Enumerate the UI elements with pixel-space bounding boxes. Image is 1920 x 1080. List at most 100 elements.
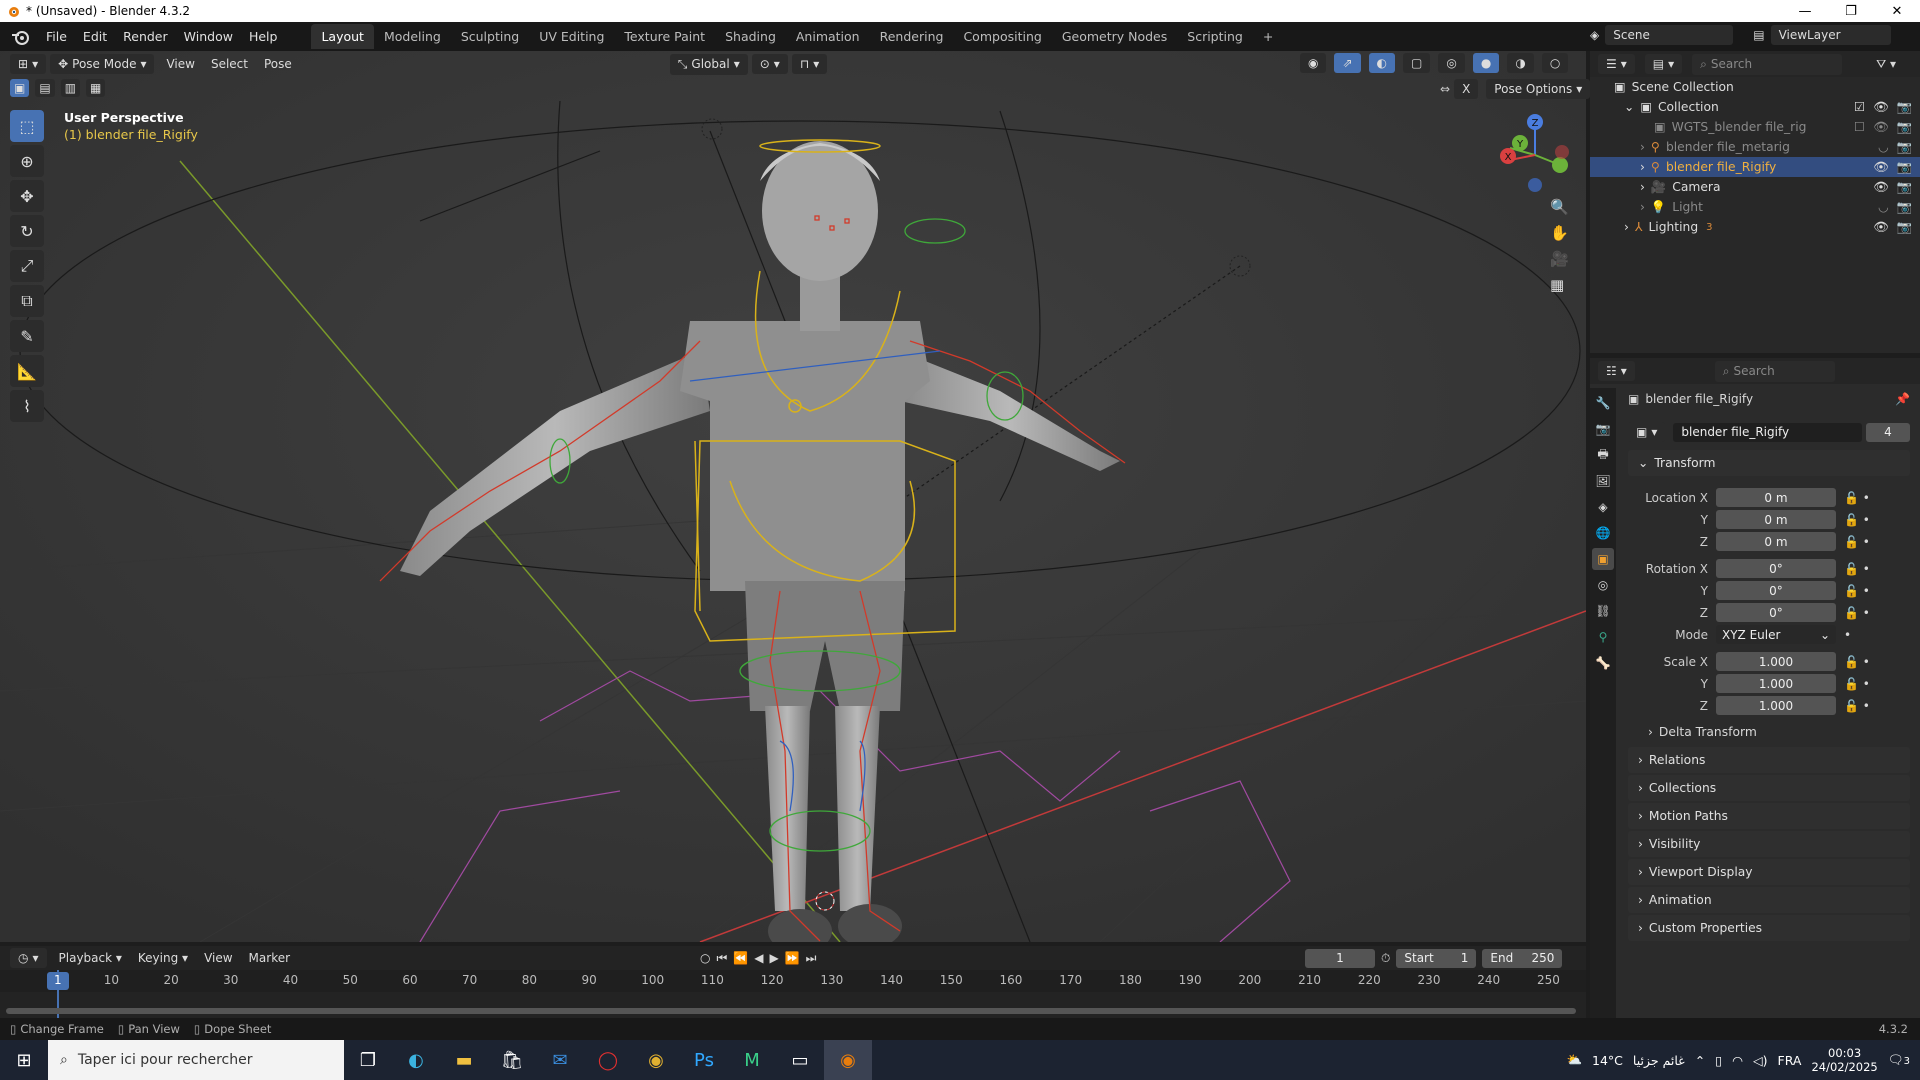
eye-icon[interactable]: 👁 (1873, 180, 1889, 195)
opera-icon[interactable]: ◯ (584, 1040, 632, 1080)
app-m-icon[interactable]: M (728, 1040, 776, 1080)
volume-icon[interactable]: ◁) (1753, 1053, 1768, 1068)
shading-solid[interactable]: ● (1472, 53, 1500, 73)
lock-icon[interactable]: 🔓 • (1844, 699, 1884, 713)
scale-x-field[interactable]: 1.000 (1716, 652, 1836, 671)
datablock-browse-button[interactable]: ▣ ▾ (1628, 422, 1666, 442)
properties-search[interactable]: ⌕ Search (1714, 360, 1835, 382)
panel-custom-properties[interactable]: › Custom Properties (1628, 915, 1910, 941)
menu-file[interactable]: File (38, 29, 75, 44)
lock-icon[interactable]: 🔓 • (1844, 491, 1884, 505)
overlay-toggle[interactable]: ◐ (1368, 53, 1396, 73)
lock-icon[interactable]: 🔓 • (1844, 535, 1884, 549)
outliner-collection[interactable]: ⌄ ▣ Collection ☑ 👁 📷 (1590, 97, 1920, 117)
tab-rendering[interactable]: Rendering (870, 24, 954, 49)
eye-icon[interactable]: 👁 (1873, 220, 1889, 235)
keyframe-dot-icon[interactable]: • (1844, 628, 1884, 642)
marker-menu[interactable]: Marker (241, 948, 298, 968)
tab-object[interactable]: ▣ (1592, 548, 1614, 570)
timeline-editor-button[interactable]: ◷ ▾ (10, 948, 47, 968)
blender-taskbar-icon[interactable]: ◉ (824, 1040, 872, 1080)
rotation-mode-select[interactable]: XYZ Euler ⌄ (1716, 625, 1836, 644)
select-menu[interactable]: Select (203, 54, 256, 74)
location-y-field[interactable]: 0 m (1716, 510, 1836, 529)
measure-tool[interactable]: 📐 (10, 355, 44, 387)
camera-icon[interactable]: 📷 (1897, 100, 1912, 115)
tab-world[interactable]: 🌐 (1592, 522, 1614, 544)
maximize-button[interactable]: ❐ (1828, 0, 1874, 22)
menu-window[interactable]: Window (176, 29, 241, 44)
tab-animation[interactable]: Animation (786, 24, 870, 49)
menu-edit[interactable]: Edit (75, 29, 115, 44)
tab-scripting[interactable]: Scripting (1177, 24, 1253, 49)
user-count[interactable]: 4 (1866, 422, 1910, 442)
gizmo-toggle[interactable]: ⇗ (1334, 53, 1361, 73)
panel-viewport-display[interactable]: › Viewport Display (1628, 859, 1910, 885)
prev-keyframe-icon[interactable]: ⏪ (733, 951, 748, 965)
panel-motion-paths[interactable]: › Motion Paths (1628, 803, 1910, 829)
tab-layout[interactable]: Layout (311, 24, 374, 49)
outliner-scene-collection[interactable]: ▣ Scene Collection (1590, 77, 1920, 97)
lock-icon[interactable]: 🔓 • (1844, 655, 1884, 669)
language-indicator[interactable]: FRA (1778, 1053, 1802, 1068)
tab-render[interactable]: 📷 (1592, 418, 1614, 440)
outlook-icon[interactable]: ✉ (536, 1040, 584, 1080)
display-mode-button[interactable]: ▤ ▾ (1644, 54, 1683, 74)
tab-armature-data[interactable]: ⚲ (1592, 626, 1614, 648)
next-keyframe-icon[interactable]: ⏩ (785, 951, 800, 965)
rotation-z-field[interactable]: 0° (1716, 603, 1836, 622)
timeline-scrollbar[interactable] (6, 1008, 1576, 1014)
lock-icon[interactable]: 🔓 • (1844, 606, 1884, 620)
visibility-button[interactable]: ◉ (1300, 53, 1327, 73)
taskbar-clock[interactable]: 00:03 24/02/2025 (1811, 1046, 1877, 1074)
tab-scene[interactable]: ◈ (1592, 496, 1614, 518)
pose-menu[interactable]: Pose (256, 54, 300, 74)
scale-y-field[interactable]: 1.000 (1716, 674, 1836, 693)
photoshop-icon[interactable]: Ps (680, 1040, 728, 1080)
network-icon[interactable]: ◠ (1732, 1053, 1743, 1068)
lock-icon[interactable]: 🔓 • (1844, 584, 1884, 598)
add-workspace-button[interactable]: + (1253, 24, 1283, 49)
checkbox-icon[interactable]: ☑ (1854, 100, 1865, 115)
snap-button[interactable]: ⊓ ▾ (791, 54, 828, 74)
minimize-button[interactable]: — (1782, 0, 1828, 22)
chrome-icon[interactable]: ◉ (632, 1040, 680, 1080)
transform-orientation[interactable]: ⤡ Global ▾ (669, 53, 748, 75)
camera-view-icon[interactable]: 🎥 (1550, 250, 1569, 268)
camera-icon[interactable]: 📷 (1897, 200, 1912, 215)
store-icon[interactable]: 🛍 (488, 1040, 536, 1080)
panel-relations[interactable]: › Relations (1628, 747, 1910, 773)
transform-tool[interactable]: ⧉ (10, 285, 44, 317)
panel-collections[interactable]: › Collections (1628, 775, 1910, 801)
location-z-field[interactable]: 0 m (1716, 532, 1836, 551)
jump-start-icon[interactable]: ⏮ (716, 951, 727, 966)
rotation-y-field[interactable]: 0° (1716, 581, 1836, 600)
outliner-lighting[interactable]: › ⅄ Lighting 3 👁 📷 (1590, 217, 1920, 237)
tab-output[interactable]: 🖶 (1592, 444, 1614, 466)
taskbar-search[interactable]: ⌕ Taper ici pour rechercher (48, 1040, 344, 1080)
play-icon[interactable]: ▶ (769, 951, 778, 965)
shading-rendered[interactable]: ○ (1541, 53, 1569, 73)
pose-options-button[interactable]: Pose Options ▾ (1486, 79, 1591, 99)
outliner-camera[interactable]: › 🎥 Camera 👁 📷 (1590, 177, 1920, 197)
panel-visibility[interactable]: › Visibility (1628, 831, 1910, 857)
pose-tool[interactable]: ⌇ (10, 390, 44, 422)
viewlayer-selector[interactable]: ViewLayer (1770, 25, 1891, 45)
current-frame-field[interactable]: 1 (1305, 948, 1375, 968)
location-x-field[interactable]: 0 m (1716, 488, 1836, 507)
eye-closed-icon[interactable]: ◡ (1878, 140, 1889, 155)
camera-icon[interactable]: 📷 (1897, 180, 1912, 195)
outliner-rigify[interactable]: › ⚲ blender file_Rigify 👁 📷 (1590, 157, 1920, 177)
tray-chevron-up-icon[interactable]: ⌃ (1695, 1053, 1705, 1068)
jump-end-icon[interactable]: ⏭ (806, 951, 817, 966)
cursor-tool[interactable]: ⊕ (10, 145, 44, 177)
lock-icon[interactable]: 🔓 • (1844, 562, 1884, 576)
camera-icon[interactable]: 📷 (1897, 140, 1912, 155)
delta-transform-subpanel[interactable]: › Delta Transform (1628, 725, 1910, 739)
rotation-x-field[interactable]: 0° (1716, 559, 1836, 578)
move-tool[interactable]: ✥ (10, 180, 44, 212)
shading-wireframe[interactable]: ◎ (1438, 53, 1465, 73)
annotate-tool[interactable]: ✎ (10, 320, 44, 352)
tab-modeling[interactable]: Modeling (374, 24, 451, 49)
xray-toggle[interactable]: ▢ (1403, 53, 1431, 73)
